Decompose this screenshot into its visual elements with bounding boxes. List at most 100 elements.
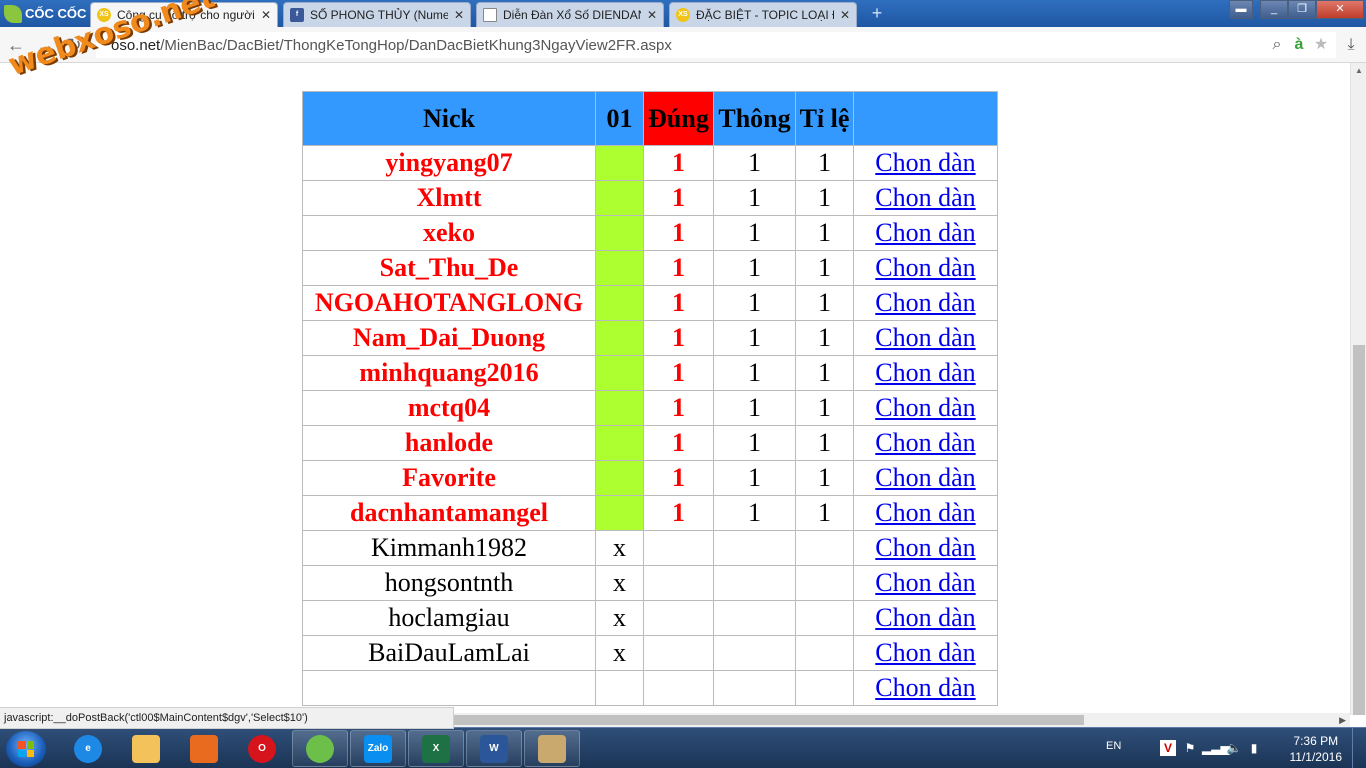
nick-cell: Kimmanh1982 (302, 530, 596, 566)
chon-dan-link[interactable]: Chon dàn (875, 463, 975, 492)
table-row: hoclamgiau x Chon dàn (302, 600, 998, 636)
language-indicator[interactable]: EN (1106, 740, 1121, 752)
ti-le-cell: 1 (795, 355, 854, 391)
address-bar[interactable]: oso.net/MienBac/DacBiet/ThongKeTongHop/D… (96, 32, 1336, 58)
action-cell: Chon dàn (853, 425, 998, 461)
chon-dan-link[interactable]: Chon dàn (875, 323, 975, 352)
hscroll-thumb[interactable] (450, 715, 1084, 725)
scrollbar-thumb[interactable] (1353, 345, 1365, 715)
flag-icon[interactable]: ⚑ (1182, 740, 1198, 756)
taskbar-app-media-player[interactable] (176, 730, 232, 767)
ti-le-cell: 1 (795, 215, 854, 251)
chon-dan-link[interactable]: Chon dàn (875, 568, 975, 597)
chon-dan-link[interactable]: Chon dàn (875, 218, 975, 247)
close-window-button[interactable]: ✕ (1316, 0, 1364, 19)
minimize-button[interactable]: _ (1260, 0, 1288, 19)
thong-cell (713, 670, 796, 706)
chon-dan-link[interactable]: Chon dàn (875, 393, 975, 422)
taskbar-app-internet-explorer[interactable]: e (60, 730, 116, 767)
chon-dan-link[interactable]: Chon dàn (875, 288, 975, 317)
scroll-up-icon[interactable]: ▲ (1351, 63, 1366, 79)
vietnamese-input-icon[interactable]: à (1288, 34, 1310, 56)
table-row: Favorite 1 1 1 Chon dàn (302, 460, 998, 496)
chon-dan-link[interactable]: Chon dàn (875, 148, 975, 177)
status-bar: javascript:__doPostBack('ctl00$MainConte… (0, 707, 454, 729)
nick-cell: minhquang2016 (302, 355, 596, 391)
new-tab-icon[interactable]: + (867, 4, 887, 23)
close-icon[interactable]: ✕ (454, 8, 464, 22)
tab-dien-dan[interactable]: Diễn Đàn Xổ Số DIENDAN ✕ (476, 2, 664, 27)
bookmark-star-icon[interactable]: ★ (1310, 34, 1332, 56)
zoom-icon[interactable]: ⌕ (1266, 34, 1288, 56)
taskbar-app-coccoc[interactable] (292, 730, 348, 767)
restore-button[interactable]: ❐ (1288, 0, 1316, 19)
scroll-right-icon[interactable]: ▶ (1339, 713, 1346, 727)
col01-cell: x (595, 635, 644, 671)
close-icon[interactable]: ✕ (261, 8, 271, 22)
thong-cell: 1 (713, 250, 796, 286)
chon-dan-link[interactable]: Chon dàn (875, 358, 975, 387)
media-player-icon (190, 734, 218, 763)
taskbar-app-word[interactable]: W (466, 730, 522, 767)
show-desktop-button[interactable] (1352, 728, 1366, 768)
ti-le-cell: 1 (795, 320, 854, 356)
volume-icon[interactable]: 🔈 (1226, 740, 1242, 756)
coccoc-logo-icon (4, 4, 22, 23)
thong-cell (713, 565, 796, 601)
table-row: Nam_Dai_Duong 1 1 1 Chon dàn (302, 320, 998, 356)
ti-le-cell: 1 (795, 250, 854, 286)
col01-cell (595, 495, 644, 531)
screen: CỐC CỐC XS Công cụ hỗ trợ cho người ✕ f … (0, 0, 1366, 768)
taskbar-app-opera[interactable]: O (234, 730, 290, 767)
col01-cell (595, 215, 644, 251)
close-icon[interactable]: ✕ (647, 8, 657, 22)
chon-dan-link[interactable]: Chon dàn (875, 638, 975, 667)
clock[interactable]: 7:36 PM 11/1/2016 (1290, 733, 1343, 765)
dung-cell: 1 (643, 495, 714, 531)
taskbar-app-excel[interactable]: X (408, 730, 464, 767)
action-cell: Chon dàn (853, 180, 998, 216)
ti-le-cell: 1 (795, 495, 854, 531)
excel-icon: X (422, 734, 450, 763)
vertical-scrollbar[interactable]: ▲ (1350, 63, 1366, 715)
chon-dan-link[interactable]: Chon dàn (875, 253, 975, 282)
url-path: /MienBac/DacBiet/ThongKeTongHop/DanDacBi… (160, 37, 672, 54)
taskbar-app-zalo[interactable]: Zalo (350, 730, 406, 767)
nick-cell: Xlmtt (302, 180, 596, 216)
chon-dan-link[interactable]: Chon dàn (875, 603, 975, 632)
chon-dan-link[interactable]: Chon dàn (875, 673, 975, 702)
thong-cell: 1 (713, 460, 796, 496)
tab-so-phong-thuy[interactable]: f SỐ PHONG THỦY (Numero ✕ (283, 2, 471, 27)
ti-le-cell: 1 (795, 285, 854, 321)
dung-cell: 1 (643, 355, 714, 391)
table-row: yingyang07 1 1 1 Chon dàn (302, 145, 998, 181)
chon-dan-link[interactable]: Chon dàn (875, 533, 975, 562)
vietkey-icon[interactable]: V (1160, 740, 1176, 756)
thong-cell (713, 600, 796, 636)
menu-button[interactable]: ▬ (1229, 0, 1253, 19)
battery-icon[interactable]: ▮ (1246, 740, 1262, 756)
ti-le-cell (795, 670, 854, 706)
chon-dan-link[interactable]: Chon dàn (875, 183, 975, 212)
start-button[interactable] (6, 731, 46, 767)
nick-cell: hongsontnth (302, 565, 596, 601)
clock-date: 11/1/2016 (1289, 750, 1343, 764)
ti-le-cell (795, 635, 854, 671)
chon-dan-link[interactable]: Chon dàn (875, 428, 975, 457)
thong-cell (713, 530, 796, 566)
chon-dan-link[interactable]: Chon dàn (875, 498, 975, 527)
ti-le-cell: 1 (795, 425, 854, 461)
tab-dac-biet[interactable]: XS ĐẶC BIỆT - TOPIC LOẠI ĐẶ ✕ (669, 2, 857, 27)
taskbar-app-paint[interactable] (524, 730, 580, 767)
action-cell: Chon dàn (853, 320, 998, 356)
thong-cell (713, 635, 796, 671)
close-icon[interactable]: ✕ (840, 8, 850, 22)
taskbar-app-file-explorer[interactable] (118, 730, 174, 767)
download-icon[interactable]: ⤓ (1340, 34, 1362, 56)
network-icon[interactable]: ▂▃▅ (1202, 740, 1230, 756)
col01-cell: x (595, 565, 644, 601)
table-row: mctq04 1 1 1 Chon dàn (302, 390, 998, 426)
xs-icon: XS (676, 8, 690, 22)
nick-cell: mctq04 (302, 390, 596, 426)
browser-brand[interactable]: CỐC CỐC (0, 0, 88, 27)
